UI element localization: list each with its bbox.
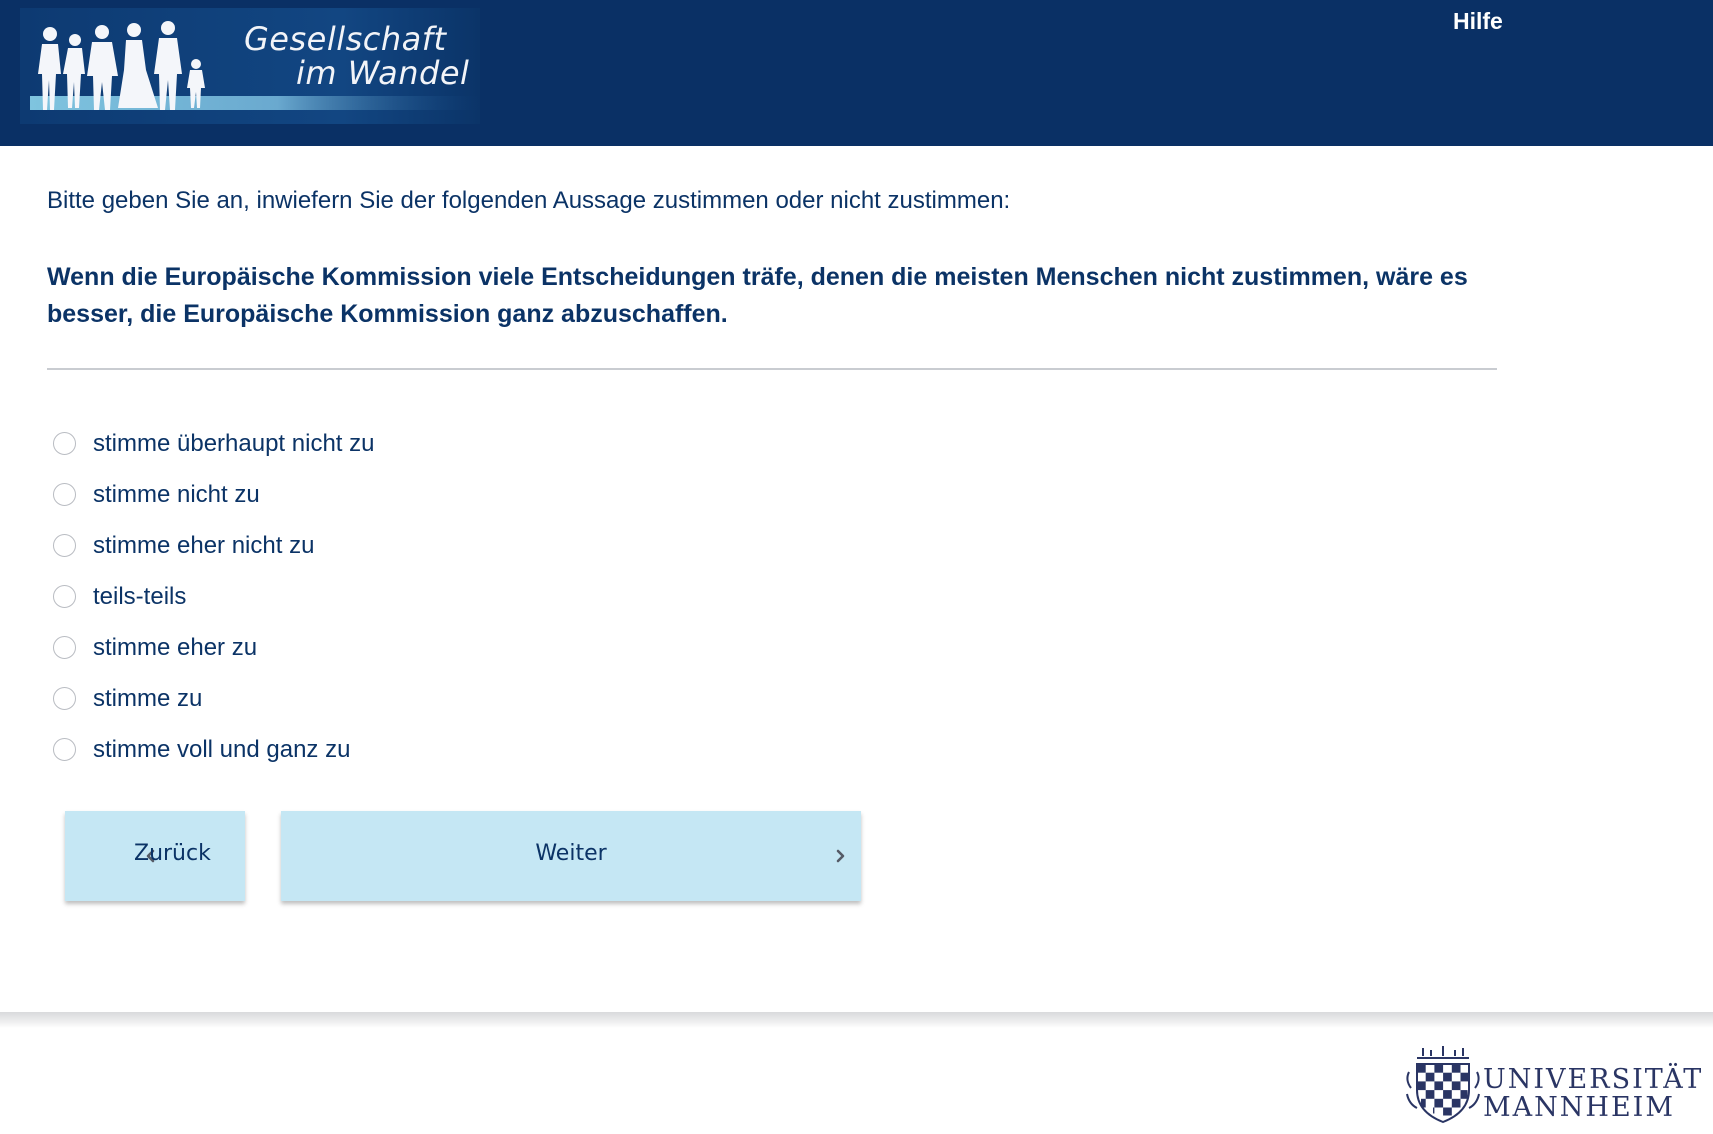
- divider: [47, 368, 1497, 370]
- option-label[interactable]: stimme nicht zu: [93, 481, 260, 509]
- logo-text-line1: Gesellschaft: [244, 20, 447, 58]
- university-name-line1: UNIVERSITÄT: [1483, 1064, 1704, 1095]
- university-crest-icon: [1406, 1046, 1480, 1124]
- option-stimme-ueberhaupt-nicht-zu[interactable]: stimme überhaupt nicht zu: [53, 418, 374, 469]
- option-stimme-eher-nicht-zu[interactable]: stimme eher nicht zu: [53, 520, 374, 571]
- back-button-label: Zurück: [134, 841, 211, 866]
- footer-divider: [0, 1012, 1713, 1028]
- option-label[interactable]: stimme eher nicht zu: [93, 532, 314, 560]
- radio-button[interactable]: [53, 687, 76, 710]
- universitaet-mannheim-logo: UNIVERSITÄT MANNHEIM: [1403, 1042, 1703, 1128]
- help-link[interactable]: Hilfe: [1453, 8, 1503, 35]
- radio-button[interactable]: [53, 585, 76, 608]
- option-stimme-zu[interactable]: stimme zu: [53, 673, 374, 724]
- chevron-right-icon: [836, 849, 845, 863]
- logo-text-line2: im Wandel: [296, 54, 470, 92]
- radio-button[interactable]: [53, 483, 76, 506]
- option-label[interactable]: stimme eher zu: [93, 634, 257, 662]
- option-stimme-voll-und-ganz-zu[interactable]: stimme voll und ganz zu: [53, 724, 374, 775]
- option-label[interactable]: teils-teils: [93, 583, 186, 611]
- option-stimme-nicht-zu[interactable]: stimme nicht zu: [53, 469, 374, 520]
- radio-button[interactable]: [53, 432, 76, 455]
- option-label[interactable]: stimme zu: [93, 685, 202, 713]
- option-teils-teils[interactable]: teils-teils: [53, 571, 374, 622]
- university-name-line2: MANNHEIM: [1483, 1092, 1675, 1123]
- site-header: Gesellschaft im Wandel Hilfe: [0, 0, 1713, 146]
- option-label[interactable]: stimme voll und ganz zu: [93, 736, 350, 764]
- gesellschaft-im-wandel-logo: Gesellschaft im Wandel: [20, 8, 480, 124]
- question-intro: Bitte geben Sie an, inwiefern Sie der fo…: [47, 187, 1011, 214]
- radio-button[interactable]: [53, 534, 76, 557]
- radio-button[interactable]: [53, 738, 76, 761]
- option-label[interactable]: stimme überhaupt nicht zu: [93, 430, 374, 458]
- radio-button[interactable]: [53, 636, 76, 659]
- option-stimme-eher-zu[interactable]: stimme eher zu: [53, 622, 374, 673]
- next-button[interactable]: Weiter: [281, 811, 861, 901]
- question-statement: Wenn die Europäische Kommission viele En…: [47, 263, 1468, 328]
- answer-options: stimme überhaupt nicht zu stimme nicht z…: [53, 418, 374, 775]
- next-button-label: Weiter: [535, 841, 607, 866]
- back-button[interactable]: Zurück: [65, 811, 245, 901]
